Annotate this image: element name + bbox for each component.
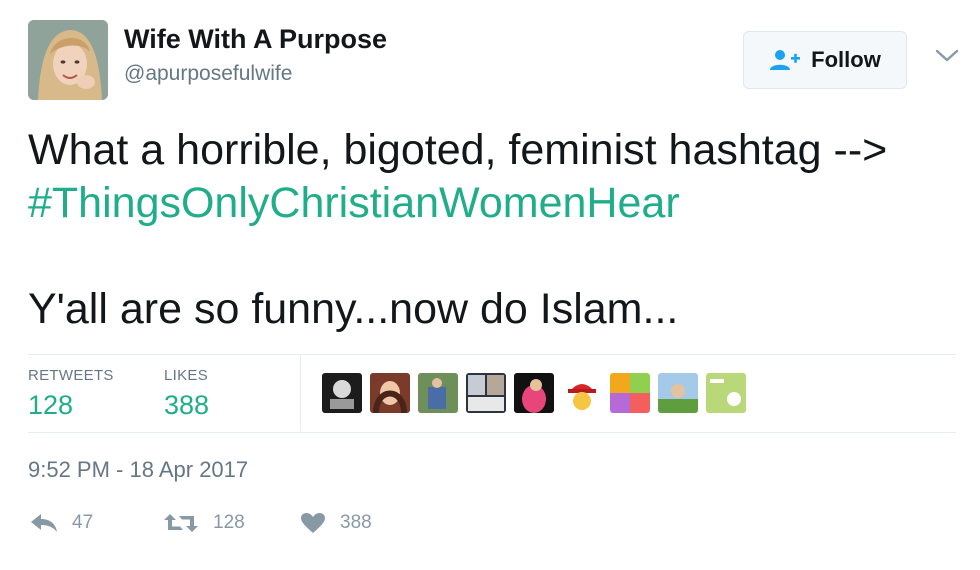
tweet-timestamp[interactable]: 9:52 PM - 18 Apr 2017 xyxy=(28,457,248,483)
reply-icon xyxy=(31,514,57,532)
follow-label: Follow xyxy=(811,47,881,72)
liker-avatar-5[interactable] xyxy=(514,373,554,413)
liker-avatar-4[interactable] xyxy=(466,373,506,413)
liker-avatar-6[interactable] xyxy=(562,373,602,413)
liker-avatar-2[interactable] xyxy=(370,373,410,413)
liker-avatar-9[interactable] xyxy=(706,373,746,413)
like-count: 388 xyxy=(340,512,372,533)
divider-bottom xyxy=(28,432,956,433)
stats-separator xyxy=(300,355,301,431)
divider-top xyxy=(28,354,956,355)
follow-button[interactable]: Follow xyxy=(743,31,907,89)
liker-avatar-3[interactable] xyxy=(418,373,458,413)
like-button[interactable]: 388 xyxy=(300,508,372,538)
likes-label: LIKES xyxy=(164,367,209,384)
author-handle[interactable]: @apurposefulwife xyxy=(124,62,292,86)
tweet-line-1: What a horrible, bigoted, feminist hasht… xyxy=(28,126,888,174)
chevron-down-icon[interactable] xyxy=(934,46,960,66)
liker-avatar-1[interactable] xyxy=(322,373,362,413)
retweet-button[interactable]: 128 xyxy=(163,508,245,538)
liker-avatar-8[interactable] xyxy=(658,373,698,413)
likes-count[interactable]: 388 xyxy=(164,390,209,421)
author-avatar[interactable] xyxy=(28,20,108,100)
heart-icon xyxy=(301,513,325,533)
liker-avatar-7[interactable] xyxy=(610,373,650,413)
person-add-icon xyxy=(769,48,801,72)
author-name[interactable]: Wife With A Purpose xyxy=(124,24,387,55)
tweet-line-3: Y'all are so funny...now do Islam... xyxy=(28,285,679,333)
tweet-text: What a horrible, bigoted, feminist hasht… xyxy=(28,124,968,336)
liker-avatars xyxy=(322,373,746,413)
retweet-icon xyxy=(164,514,198,532)
retweets-count[interactable]: 128 xyxy=(28,390,73,421)
reply-count: 47 xyxy=(72,512,94,533)
retweet-count: 128 xyxy=(213,512,245,533)
hashtag-link[interactable]: #ThingsOnlyChristianWomenHear xyxy=(28,177,968,230)
retweets-label: RETWEETS xyxy=(28,367,114,384)
reply-button[interactable]: 47 xyxy=(30,508,93,538)
